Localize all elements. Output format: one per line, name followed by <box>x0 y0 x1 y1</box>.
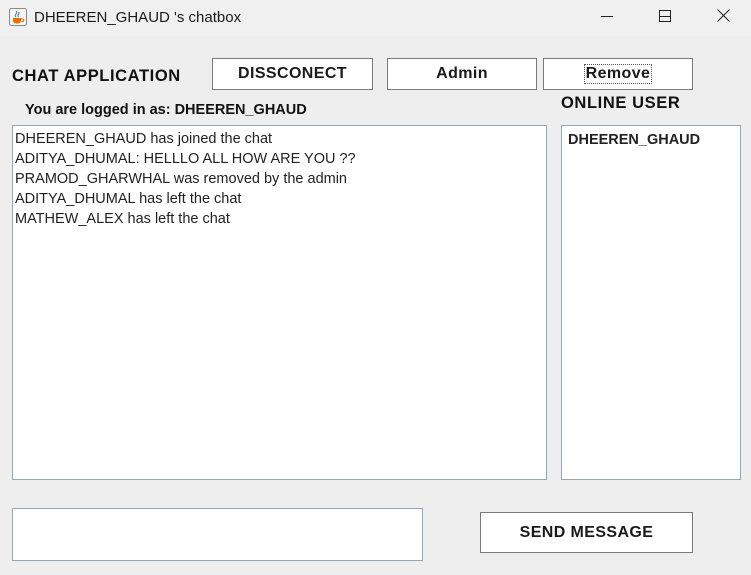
chat-message: ADITYA_DHUMAL: HELLLO ALL HOW ARE YOU ?? <box>15 151 356 167</box>
java-app-icon <box>9 8 27 26</box>
send-message-button[interactable]: SEND MESSAGE <box>480 512 693 553</box>
remove-button-label: Remove <box>583 64 653 84</box>
close-button[interactable] <box>694 0 751 36</box>
admin-button[interactable]: Admin <box>387 58 537 90</box>
chat-message: MATHEW_ALEX has left the chat <box>15 211 230 227</box>
chat-message: ADITYA_DHUMAL has left the chat <box>15 191 242 207</box>
minimize-icon <box>601 9 613 27</box>
app-title: CHAT APPLICATION <box>12 67 181 85</box>
disconnect-button[interactable]: DISSCONECT <box>212 58 373 90</box>
close-icon <box>716 9 730 27</box>
online-users-list[interactable]: DHEEREN_GHAUD <box>561 125 741 480</box>
title-bar[interactable]: DHEEREN_GHAUD 's chatbox <box>0 0 751 36</box>
chat-message: PRAMOD_GHARWHAL was removed by the admin <box>15 171 347 187</box>
maximize-button[interactable] <box>636 0 694 36</box>
online-user-item[interactable]: DHEEREN_GHAUD <box>568 130 734 150</box>
chat-message: DHEEREN_GHAUD has joined the chat <box>15 131 273 147</box>
logged-in-label: You are logged in as: DHEEREN_GHAUD <box>25 102 307 118</box>
message-input[interactable] <box>12 508 423 561</box>
minimize-button-2[interactable] <box>578 0 636 36</box>
maximize-icon <box>659 9 671 27</box>
online-users-title: ONLINE USER <box>561 94 681 112</box>
chat-window: DHEEREN_GHAUD 's chatbox CHAT APPLICATIO… <box>0 0 751 575</box>
remove-button[interactable]: Remove <box>543 58 693 90</box>
chat-messages-area[interactable]: DHEEREN_GHAUD has joined the chat ADITYA… <box>12 125 547 480</box>
window-title: DHEEREN_GHAUD 's chatbox <box>34 9 242 26</box>
